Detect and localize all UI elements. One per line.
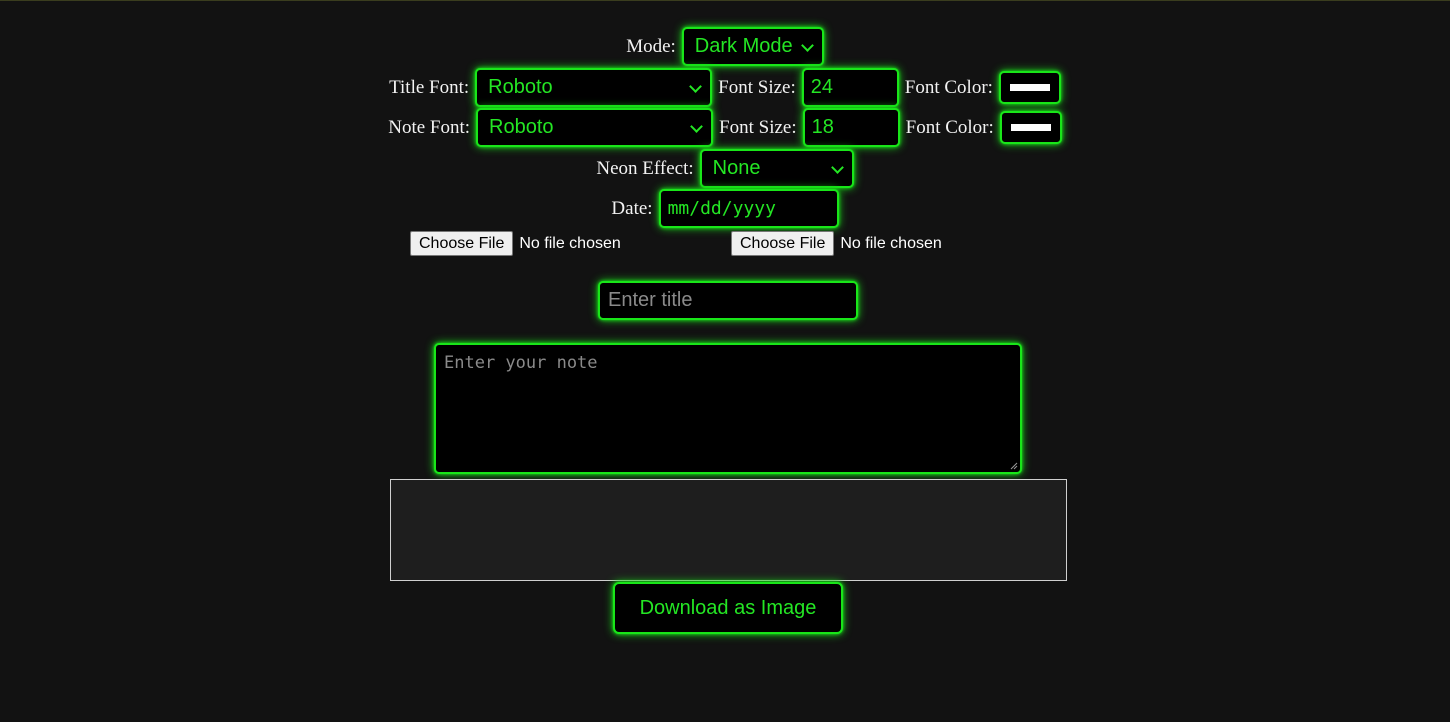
note-font-size-value: 18 [811, 116, 834, 138]
note-font-size-input[interactable]: 18 [802, 108, 900, 147]
mode-select[interactable]: Dark Mode [681, 27, 824, 66]
file-input-2: Choose File No file chosen [731, 231, 942, 256]
mode-select-value: Dark Mode [694, 35, 793, 57]
note-font-color-label: Font Color: [905, 116, 994, 138]
neon-effect-value: None [712, 157, 761, 179]
chevron-down-icon [830, 161, 844, 174]
neon-effect-select[interactable]: None [699, 149, 854, 188]
chevron-down-icon [690, 120, 703, 133]
title-font-select[interactable]: Roboto [475, 68, 713, 107]
title-font-value: Roboto [488, 76, 553, 98]
note-font-label: Note Font: [388, 116, 471, 138]
note-preview-canvas [390, 479, 1067, 581]
chevron-down-icon [689, 80, 703, 93]
title-font-size-value: 24 [810, 76, 834, 98]
date-label: Date: [611, 197, 653, 219]
choose-file-button-1[interactable]: Choose File [410, 231, 514, 256]
file-status-2: No file chosen [840, 234, 942, 252]
title-input[interactable]: Enter title [598, 281, 858, 320]
title-input-placeholder: Enter title [608, 289, 693, 311]
date-placeholder: mm/dd/yyyy [667, 198, 776, 219]
title-font-size-input[interactable]: 24 [801, 68, 899, 107]
title-font-row: Title Font: Roboto Font Size: 24 Font Co… [0, 68, 1450, 107]
mode-row: Mode: Dark Mode [0, 27, 1450, 66]
file-input-1: Choose File No file chosen [410, 231, 621, 256]
neon-effect-row: Neon Effect: None [0, 149, 1450, 188]
neon-effect-label: Neon Effect: [596, 157, 694, 179]
note-font-select[interactable]: Roboto [476, 108, 714, 147]
file-status-1: No file chosen [519, 234, 621, 252]
download-image-button[interactable]: Download as Image [613, 582, 843, 634]
note-font-color-picker[interactable] [999, 111, 1062, 144]
title-font-color-label: Font Color: [904, 76, 993, 98]
download-button-label: Download as Image [639, 596, 817, 619]
title-font-label: Title Font: [389, 76, 470, 98]
note-font-size-label: Font Size: [719, 116, 797, 138]
resize-grip-icon[interactable] [1010, 462, 1018, 470]
date-row: Date: mm/dd/yyyy [0, 189, 1450, 228]
note-textarea-placeholder: Enter your note [444, 353, 598, 373]
note-font-value: Roboto [489, 116, 554, 138]
title-font-size-label: Font Size: [718, 76, 796, 98]
note-font-row: Note Font: Roboto Font Size: 18 Font Col… [0, 108, 1450, 147]
date-input[interactable]: mm/dd/yyyy [658, 189, 839, 228]
title-font-color-picker[interactable] [998, 71, 1061, 104]
note-textarea[interactable]: Enter your note [434, 343, 1022, 474]
title-color-swatch [1009, 84, 1050, 91]
note-color-swatch [1010, 124, 1051, 131]
mode-label: Mode: [626, 35, 676, 57]
chevron-down-icon [800, 39, 814, 52]
choose-file-button-2[interactable]: Choose File [731, 231, 835, 256]
